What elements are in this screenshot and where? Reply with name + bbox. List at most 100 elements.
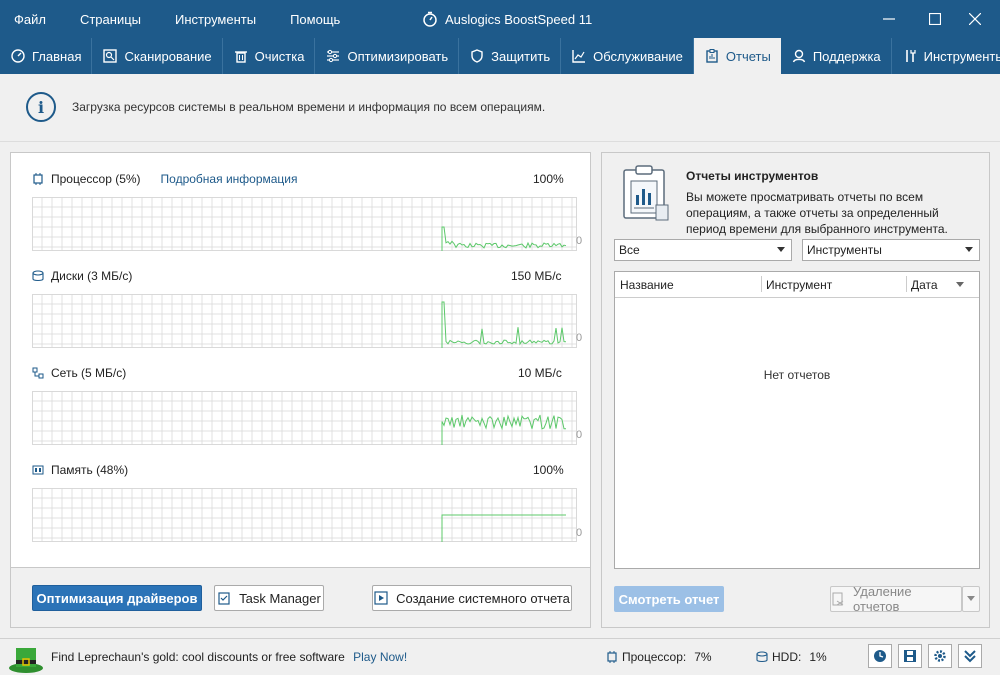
column-date[interactable]: Дата [911,278,938,292]
maximize-icon [929,13,941,25]
disk-icon [31,269,45,283]
cpu-icon [31,172,45,186]
reports-panel-title: Отчеты инструментов [686,169,819,183]
sort-down-icon[interactable] [956,282,964,288]
delete-reports-dropdown[interactable] [962,586,980,612]
delete-reports-button[interactable]: Удаление отчетов [830,584,962,614]
view-report-button[interactable]: Смотреть отчет [614,586,724,612]
system-report-button[interactable]: Создание системного отчета [372,585,572,611]
cpu-graph-label: Процессор (5%) Подробная информация [31,172,298,186]
memory-graph [32,488,577,542]
app-title-text: Auslogics BoostSpeed 11 [445,11,593,27]
reports-panel-description: Вы можете просматривать отчеты по всем о… [686,190,948,236]
memory-graph-title: Память (48%) [51,463,129,477]
info-strip: i Загрузка ресурсов системы в реальном в… [0,74,1000,142]
promo-banner: Find Leprechaun's gold: cool discounts o… [51,650,407,664]
save-icon [904,650,916,662]
tab-optimize-label: Оптимизировать [347,48,449,64]
status-cpu: Процессор: 7% [606,650,712,664]
cpu-graph-max: 100% [533,172,564,186]
report-icon [374,591,388,605]
tab-bar: Главная Сканирование Очистка Оптимизиров… [0,38,1000,74]
resource-graphs-panel: Процессор (5%) Подробная информация 100%… [10,152,591,568]
title-bar: Файл Страницы Инструменты Помощь Auslogi… [0,0,1000,38]
tab-optimize[interactable]: Оптимизировать [315,38,460,74]
tab-protect-label: Защитить [491,48,551,64]
task-manager-icon [217,591,231,605]
tab-tools[interactable]: Инструменты [892,38,1000,74]
tab-tools-label: Инструменты [923,48,1000,64]
status-hdd: HDD: 1% [756,650,827,664]
sliders-icon [325,48,341,64]
tab-maintenance[interactable]: Обслуживание [561,38,694,74]
network-graph-max: 10 МБ/с [518,366,562,380]
tab-scan-label: Сканирование [124,48,212,64]
memory-graph-zero: 0 [576,527,583,539]
stopwatch-icon [423,11,437,27]
reports-table-header: Название Инструмент Дата [615,272,979,298]
disk-graph-max: 150 МБ/с [511,269,562,283]
clipboard-icon [704,48,720,64]
task-manager-label: Task Manager [239,590,321,606]
close-icon [969,13,981,25]
double-chevron-down-icon [964,650,976,663]
delete-reports-label: Удаление отчетов [853,584,912,614]
tool-filter-value: Инструменты [807,243,882,257]
menu-help[interactable]: Помощь [290,12,340,27]
menu-tools[interactable]: Инструменты [175,12,256,27]
clock-icon [874,650,886,662]
tab-reports[interactable]: Отчеты [693,38,781,74]
collapse-button[interactable] [958,644,982,668]
save-button[interactable] [898,644,922,668]
column-separator [906,276,907,292]
promo-play-link[interactable]: Play Now! [353,650,407,664]
tab-reports-label: Отчеты [725,48,771,64]
tab-support[interactable]: Поддержка [781,38,892,74]
cpu-details-link[interactable]: Подробная информация [161,172,298,186]
disk-graph-title: Диски (3 МБ/с) [51,269,133,283]
tab-home[interactable]: Главная [0,38,93,74]
tab-clean-label: Очистка [254,48,305,64]
reports-clipboard-icon [623,165,669,221]
task-manager-button[interactable]: Task Manager [214,585,324,611]
column-name[interactable]: Название [620,278,674,292]
reports-empty-text: Нет отчетов [763,368,831,382]
status-bar: Find Leprechaun's gold: cool discounts o… [0,638,1000,675]
column-tool[interactable]: Инструмент [766,278,832,292]
shield-icon [469,48,485,64]
network-graph [32,391,577,445]
optimize-drivers-button[interactable]: Оптимизация драйверов [32,585,202,611]
status-hdd-label: HDD: [772,650,802,664]
network-graph-zero: 0 [576,429,583,441]
reports-table: Название Инструмент Дата Нет отчетов [614,271,980,569]
tab-protect[interactable]: Защитить [459,38,562,74]
tab-maintenance-label: Обслуживание [593,48,683,64]
period-filter-select[interactable]: Все [614,239,792,261]
period-filter-value: Все [619,243,640,257]
network-graph-label: Сеть (5 МБ/с) [31,366,126,380]
column-separator [761,276,762,292]
memory-graph-label: Память (48%) [31,463,128,477]
memory-icon [31,463,45,477]
schedule-button[interactable] [868,644,892,668]
tab-clean[interactable]: Очистка [223,38,316,74]
graphs-footer: Оптимизация драйверов Task Manager Созда… [10,568,591,628]
menu-pages[interactable]: Страницы [80,12,141,27]
disk-icon [756,651,768,663]
disk-graph [32,294,577,348]
menu-file[interactable]: Файл [14,12,46,27]
status-hdd-value: 1% [809,650,827,664]
tab-scan[interactable]: Сканирование [92,38,223,74]
system-report-label: Создание системного отчета [396,590,570,606]
minimize-button[interactable] [866,0,912,38]
tool-filter-select[interactable]: Инструменты [802,239,980,261]
close-button[interactable] [952,0,998,38]
status-cpu-label: Процессор: [622,650,687,664]
promo-text: Find Leprechaun's gold: cool discounts o… [51,650,345,664]
info-icon: i [26,92,56,122]
leprechaun-hat-icon[interactable] [8,642,44,674]
settings-button[interactable] [928,644,952,668]
network-graph-title: Сеть (5 МБ/с) [51,366,127,380]
chevron-down-icon [967,596,975,601]
chevron-down-icon [777,247,785,252]
